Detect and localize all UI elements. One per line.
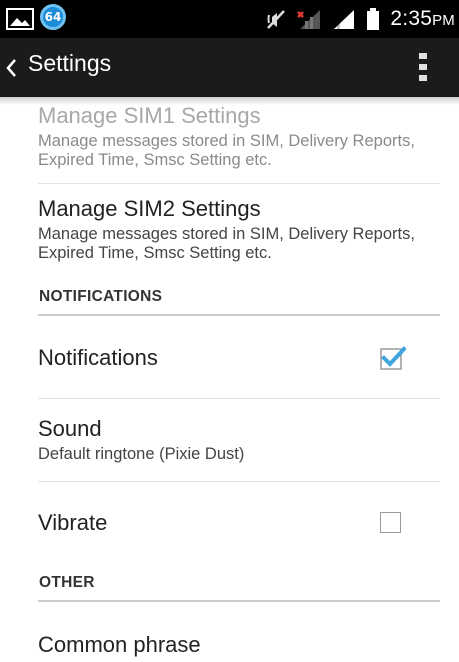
clock-time: 2:35 [390, 7, 433, 30]
category-divider [38, 314, 440, 316]
chevron-left-icon[interactable] [5, 58, 17, 78]
divider [38, 481, 440, 482]
notification-badge: 64 [40, 4, 66, 30]
clock-ampm: PM [432, 12, 455, 29]
pref-title: Sound [38, 416, 102, 441]
signal-icon [334, 10, 355, 29]
clock: 2:35PM [390, 7, 455, 31]
vibrate-item[interactable]: Vibrate [38, 510, 428, 536]
pref-title: Manage SIM2 Settings [38, 196, 261, 221]
overflow-menu-icon[interactable] [414, 53, 432, 83]
category-other: OTHER [39, 574, 95, 591]
category-divider [38, 600, 440, 602]
pref-summary: Manage messages stored in SIM, Delivery … [38, 225, 415, 262]
vibrate-checkbox[interactable] [380, 512, 401, 533]
status-left: 64 [6, 4, 66, 33]
gallery-icon [6, 8, 34, 30]
no-sim-signal-icon [297, 10, 321, 29]
pref-title: Notifications [38, 345, 158, 370]
manage-sim2-settings-item[interactable]: Manage SIM2 Settings Manage messages sto… [38, 196, 428, 263]
common-phrase-item[interactable]: Common phrase [38, 632, 428, 658]
battery-icon [367, 8, 380, 30]
category-notifications: NOTIFICATIONS [39, 288, 163, 305]
divider [38, 183, 440, 184]
action-bar: Settings [0, 38, 459, 97]
status-right: 2:35PM [266, 5, 455, 33]
divider [38, 398, 440, 399]
notifications-item[interactable]: Notifications [38, 345, 428, 371]
mute-icon [267, 10, 286, 29]
pref-summary: Manage messages stored in SIM, Delivery … [38, 132, 415, 169]
pref-title: Vibrate [38, 510, 108, 535]
pref-title: Common phrase [38, 632, 201, 657]
pref-summary: Default ringtone (Pixie Dust) [38, 445, 245, 463]
manage-sim1-settings-item[interactable]: Manage SIM1 Settings Manage messages sto… [38, 103, 428, 170]
sound-item[interactable]: Sound Default ringtone (Pixie Dust) [38, 416, 428, 464]
notifications-checkbox[interactable] [380, 346, 406, 370]
status-bar: 64 2:35PM [0, 0, 459, 38]
page-title[interactable]: Settings [28, 50, 111, 77]
pref-title: Manage SIM1 Settings [38, 103, 261, 128]
